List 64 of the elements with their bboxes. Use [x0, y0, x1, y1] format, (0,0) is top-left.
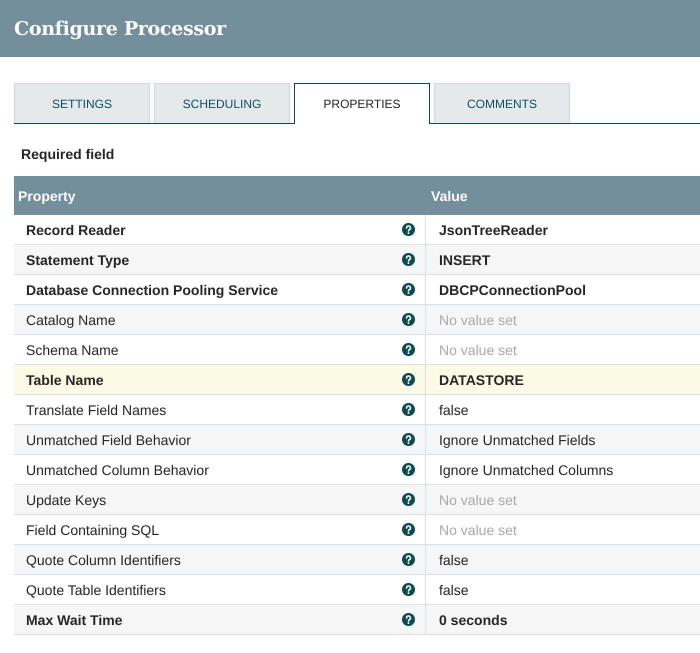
property-name: Unmatched Field Behavior [26, 432, 191, 448]
property-value: 0 seconds [439, 612, 508, 628]
table-row[interactable]: Max Wait Time 0 seconds [14, 605, 700, 635]
table-row[interactable]: Translate Field Names false [14, 395, 700, 425]
table-row[interactable]: Update Keys No value set [14, 485, 700, 515]
column-header: Property [17, 188, 77, 204]
table-row[interactable]: Unmatched Column Behavior Ignore Unmatched Columns [14, 455, 700, 485]
property-name: Schema Name [26, 342, 119, 358]
table-row[interactable]: Quote Table Identifiers false [14, 575, 700, 605]
dialog-title: Configure Processor [14, 18, 226, 40]
help-icon[interactable] [402, 343, 415, 356]
property-name: Table Name [26, 372, 104, 388]
help-icon[interactable] [402, 283, 415, 296]
help-icon[interactable] [402, 463, 415, 476]
property-name: Max Wait Time [26, 612, 122, 628]
table-row[interactable]: Catalog Name No value set [14, 305, 700, 335]
help-icon[interactable] [402, 433, 415, 446]
property-value: INSERT [439, 252, 490, 268]
tab[interactable]: COMMENTS [434, 83, 570, 123]
help-icon[interactable] [402, 403, 415, 416]
help-icon[interactable] [402, 223, 415, 236]
table-row[interactable]: Table Name DATASTORE [14, 365, 700, 395]
property-name: Unmatched Column Behavior [26, 462, 209, 478]
property-name: Database Connection Pooling Service [26, 282, 278, 298]
tab[interactable]: PROPERTIES [294, 83, 430, 124]
table-row[interactable]: Quote Column Identifiers false [14, 545, 700, 575]
table-row[interactable]: Schema Name No value set [14, 335, 700, 365]
property-value: JsonTreeReader [439, 222, 548, 238]
column-header: Value [430, 188, 468, 204]
property-name: Quote Column Identifiers [26, 552, 181, 568]
required-field-note: Required field [21, 146, 116, 162]
property-value: No value set [439, 312, 517, 328]
help-icon[interactable] [402, 313, 415, 326]
property-name: Record Reader [26, 222, 126, 238]
table-row[interactable]: Record Reader JsonTreeReader [14, 215, 700, 245]
help-icon[interactable] [402, 553, 415, 566]
property-name: Quote Table Identifiers [26, 582, 166, 598]
tab[interactable]: SCHEDULING [154, 83, 290, 123]
property-value: DBCPConnectionPool [439, 282, 586, 298]
help-icon[interactable] [402, 613, 415, 626]
tab[interactable]: SETTINGS [14, 83, 150, 123]
table-row[interactable]: Database Connection Pooling Service DBCPConnectionPool [14, 275, 700, 305]
property-value: No value set [439, 492, 517, 508]
property-value: No value set [439, 342, 517, 358]
help-icon[interactable] [402, 253, 415, 266]
property-value: No value set [439, 522, 517, 538]
property-name: Catalog Name [26, 312, 116, 328]
help-icon[interactable] [402, 493, 415, 506]
property-name: Field Containing SQL [26, 522, 160, 538]
property-value: Ignore Unmatched Columns [439, 462, 614, 478]
property-value: false [439, 582, 469, 598]
table-row[interactable]: Statement Type INSERT [14, 245, 700, 275]
help-icon[interactable] [402, 583, 415, 596]
property-name: Update Keys [26, 492, 106, 508]
property-value: Ignore Unmatched Fields [439, 432, 596, 448]
property-name: Statement Type [26, 252, 130, 268]
property-name: Translate Field Names [26, 402, 166, 418]
table-row[interactable]: Field Containing SQL No value set [14, 515, 700, 545]
property-value: false [439, 552, 469, 568]
table-row[interactable]: Unmatched Field Behavior Ignore Unmatched Fields [14, 425, 700, 455]
help-icon[interactable] [402, 373, 415, 386]
property-value: false [439, 402, 469, 418]
property-value: DATASTORE [439, 372, 524, 388]
help-icon[interactable] [402, 523, 415, 536]
